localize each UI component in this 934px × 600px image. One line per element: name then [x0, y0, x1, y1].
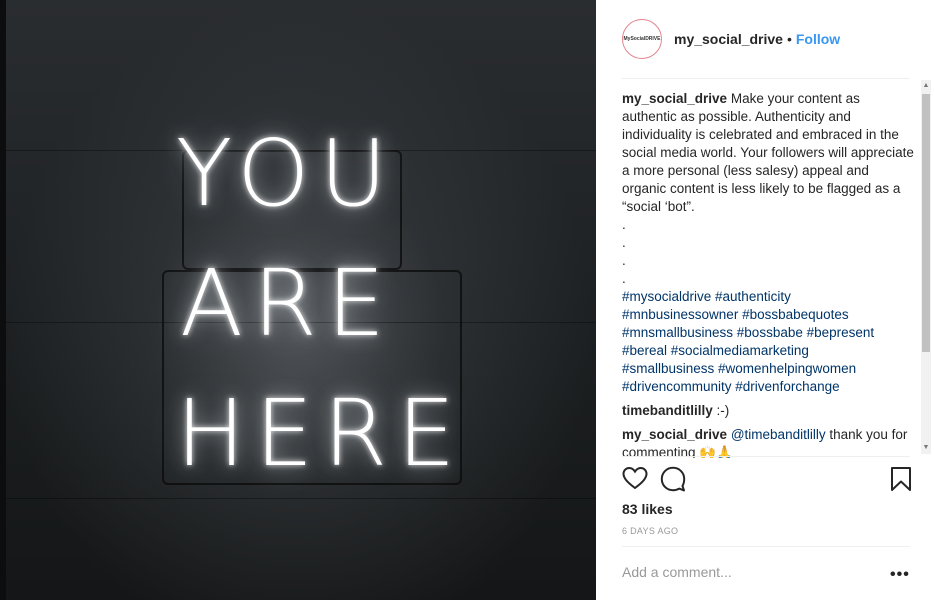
scroll-down-arrow-icon[interactable]: ▼ [922, 444, 930, 452]
actions-divider [622, 456, 910, 457]
avatar[interactable]: MySocialDRIVE [622, 19, 662, 59]
hashtag-line[interactable]: #smallbusiness #womenhelpingwomen [622, 360, 914, 378]
caption: my_social_drive Make your content as aut… [622, 90, 914, 396]
wall-seam [0, 498, 596, 499]
hashtag-line[interactable]: #mysocialdrive #authenticity [622, 288, 914, 306]
likes-count[interactable]: 83 likes [622, 501, 673, 517]
comment-text: :-) [716, 403, 730, 418]
heart-icon[interactable] [622, 466, 648, 492]
post-details-panel: MySocialDRIVE my_social_drive • Follow m… [596, 0, 934, 600]
comment-username[interactable]: timebanditlilly [622, 403, 713, 418]
hashtag-line[interactable]: #mnbusinessowner #bossbabequotes [622, 306, 914, 324]
caption-text: Make your content as authentic as possib… [622, 91, 914, 214]
caption-dot: . [622, 253, 626, 268]
add-comment-input[interactable]: Add a comment... [622, 564, 732, 580]
post-timestamp[interactable]: 6 DAYS AGO [622, 526, 678, 536]
post-author-username[interactable]: my_social_drive [674, 31, 783, 47]
hashtag-line[interactable]: #bereal #socialmediamarketing [622, 342, 914, 360]
post-actions [622, 466, 912, 494]
comment-item: my_social_drive @timebanditlilly thank y… [622, 426, 914, 458]
more-options-button[interactable]: ••• [890, 566, 910, 584]
comment-item: timebanditlilly :-) [622, 402, 914, 420]
bookmark-icon[interactable] [888, 466, 914, 492]
post-image[interactable]: YOU ARE HERE [0, 0, 596, 600]
comment-mention[interactable]: @timebanditlilly [731, 427, 826, 442]
caption-dot: . [622, 217, 626, 232]
hashtag-line[interactable]: #mnsmallbusiness #bossbabe #bepresent [622, 324, 914, 342]
header-divider [622, 78, 910, 79]
post-header: MySocialDRIVE my_social_drive • Follow [622, 18, 910, 60]
scroll-up-arrow-icon[interactable]: ▲ [922, 82, 930, 90]
caption-dot: . [622, 271, 626, 286]
avatar-logo-text: MySocialDRIVE [623, 36, 661, 42]
scrollbar-thumb[interactable] [922, 94, 930, 352]
neon-text-line: HERE [176, 380, 466, 487]
comment-bubble-icon[interactable] [660, 466, 686, 492]
comments-scrollbar[interactable]: ▲ ▼ [921, 80, 931, 454]
separator-dot: • [786, 31, 792, 47]
caption-dot: . [622, 235, 626, 250]
neon-text-line: ARE [180, 250, 395, 357]
caption-username[interactable]: my_social_drive [622, 91, 727, 106]
neon-text-line: YOU [176, 120, 397, 227]
image-edge [0, 0, 6, 600]
hashtag-line[interactable]: #drivencommunity #drivenforchange [622, 378, 914, 396]
follow-button[interactable]: Follow [796, 31, 840, 47]
comment-input-divider [622, 546, 910, 547]
comments-list[interactable]: my_social_drive Make your content as aut… [622, 90, 914, 458]
comment-username[interactable]: my_social_drive [622, 427, 727, 442]
